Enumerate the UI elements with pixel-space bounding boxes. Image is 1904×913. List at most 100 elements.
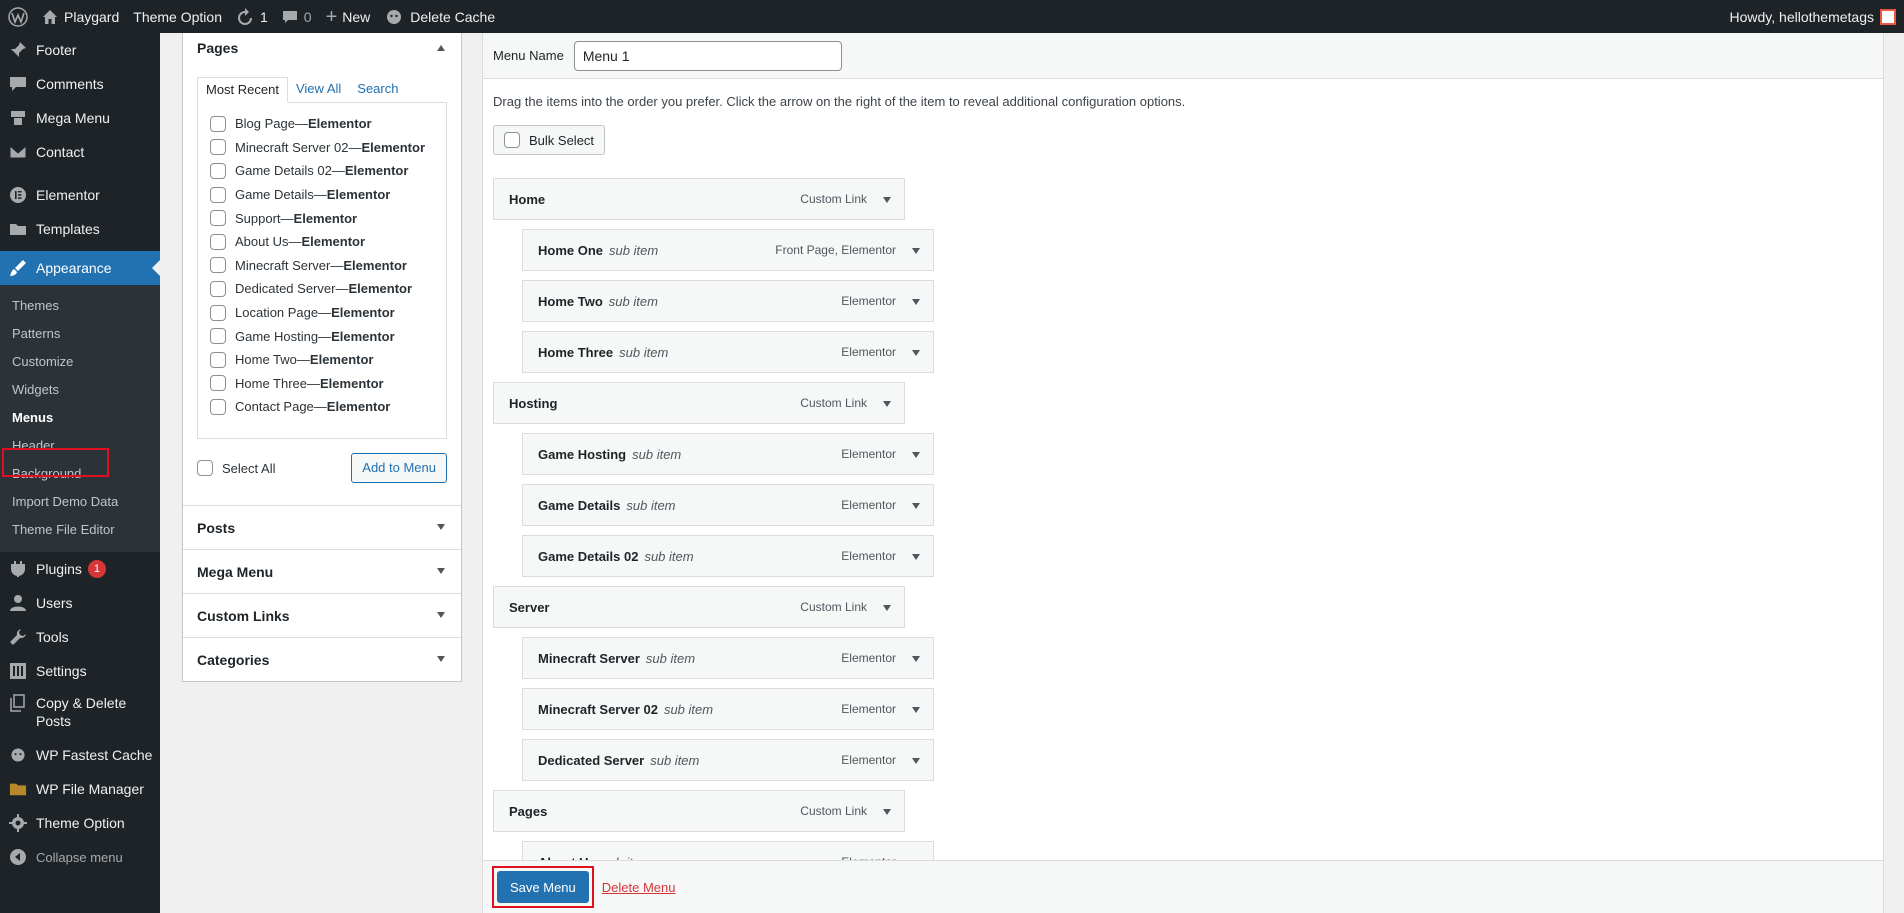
submenu-themes[interactable]: Themes bbox=[0, 292, 160, 320]
item-edit-arrow-icon[interactable] bbox=[912, 299, 920, 305]
item-edit-arrow-icon[interactable] bbox=[912, 452, 920, 458]
menu-item-minecraft-server[interactable]: Minecraft Server sub item Elementor bbox=[522, 637, 934, 679]
page-checkbox-row[interactable]: Game Details 02 — Elementor bbox=[210, 159, 446, 183]
item-edit-arrow-icon[interactable] bbox=[883, 809, 891, 815]
item-edit-arrow-icon[interactable] bbox=[912, 350, 920, 356]
page-checkbox-row[interactable]: Home Three — Elementor bbox=[210, 372, 446, 396]
menu-item-minecraft-server-02[interactable]: Minecraft Server 02 sub item Elementor bbox=[522, 688, 934, 730]
page-checkbox[interactable] bbox=[210, 233, 226, 250]
page-checkbox[interactable] bbox=[210, 304, 226, 321]
expand-arrow-icon[interactable] bbox=[437, 524, 445, 530]
page-checkbox-row[interactable]: Dedicated Server — Elementor bbox=[210, 277, 446, 301]
menu-plugins[interactable]: Plugins 1 bbox=[0, 552, 160, 586]
submenu-theme-file-editor[interactable]: Theme File Editor bbox=[0, 516, 160, 544]
bulk-select-button[interactable]: Bulk Select bbox=[493, 125, 606, 155]
comments-link[interactable]: 0 bbox=[275, 0, 319, 33]
item-edit-arrow-icon[interactable] bbox=[912, 707, 920, 713]
menu-appearance[interactable]: Appearance bbox=[0, 251, 160, 285]
tab-most-recent[interactable]: Most Recent bbox=[197, 77, 288, 103]
item-edit-arrow-icon[interactable] bbox=[912, 554, 920, 560]
menu-settings[interactable]: Settings bbox=[0, 654, 160, 688]
menu-footer[interactable]: Footer bbox=[0, 33, 160, 67]
item-edit-arrow-icon[interactable] bbox=[912, 503, 920, 509]
item-edit-arrow-icon[interactable] bbox=[912, 656, 920, 662]
my-account[interactable]: Howdy, hellothemetags bbox=[1730, 8, 1904, 25]
menu-elementor[interactable]: Elementor bbox=[0, 178, 160, 212]
item-edit-arrow-icon[interactable] bbox=[912, 248, 920, 254]
item-edit-arrow-icon[interactable] bbox=[912, 758, 920, 764]
submenu-customize[interactable]: Customize bbox=[0, 348, 160, 376]
menu-item-home-two[interactable]: Home Two sub item Elementor bbox=[522, 280, 934, 322]
menu-templates[interactable]: Templates bbox=[0, 212, 160, 246]
menu-item-server[interactable]: Server Custom Link bbox=[493, 586, 905, 628]
page-checkbox[interactable] bbox=[210, 210, 226, 227]
page-checkbox-row[interactable]: Game Hosting — Elementor bbox=[210, 324, 446, 348]
posts-section-header[interactable]: Posts bbox=[183, 506, 461, 549]
menu-item-game-details[interactable]: Game Details sub item Elementor bbox=[522, 484, 934, 526]
page-checkbox-row[interactable]: Location Page — Elementor bbox=[210, 301, 446, 325]
menu-copy-delete-posts[interactable]: Copy & Delete Posts bbox=[0, 688, 160, 734]
menu-item-game-details-02[interactable]: Game Details 02 sub item Elementor bbox=[522, 535, 934, 577]
page-checkbox-row[interactable]: Minecraft Server — Elementor bbox=[210, 254, 446, 278]
bulk-select-checkbox[interactable] bbox=[504, 132, 520, 148]
expand-arrow-icon[interactable] bbox=[437, 656, 445, 662]
expand-arrow-icon[interactable] bbox=[437, 568, 445, 574]
submenu-import-demo-data[interactable]: Import Demo Data bbox=[0, 488, 160, 516]
categories-section-header[interactable]: Categories bbox=[183, 638, 461, 681]
save-menu-button[interactable]: Save Menu bbox=[497, 871, 589, 903]
menu-collapse-menu[interactable]: Collapse menu bbox=[0, 840, 160, 874]
item-edit-arrow-icon[interactable] bbox=[883, 401, 891, 407]
menu-item-hosting[interactable]: Hosting Custom Link bbox=[493, 382, 905, 424]
page-checkbox[interactable] bbox=[210, 328, 226, 345]
site-name-link[interactable]: Playgard bbox=[35, 0, 126, 33]
menu-comments[interactable]: Comments bbox=[0, 67, 160, 101]
menu-users[interactable]: Users bbox=[0, 586, 160, 620]
submenu-menus[interactable]: Menus bbox=[0, 404, 160, 432]
custom-links-section-header[interactable]: Custom Links bbox=[183, 594, 461, 637]
menu-tools[interactable]: Tools bbox=[0, 620, 160, 654]
menu-item-home[interactable]: Home Custom Link bbox=[493, 178, 905, 220]
page-checkbox[interactable] bbox=[210, 398, 226, 415]
page-checkbox[interactable] bbox=[210, 351, 226, 368]
page-checkbox[interactable] bbox=[210, 139, 226, 156]
submenu-widgets[interactable]: Widgets bbox=[0, 376, 160, 404]
pages-section-header[interactable]: Pages bbox=[183, 33, 461, 63]
item-edit-arrow-icon[interactable] bbox=[883, 605, 891, 611]
select-all-checkbox[interactable] bbox=[197, 460, 213, 476]
add-to-menu-button[interactable]: Add to Menu bbox=[351, 453, 447, 483]
menu-item-about-us[interactable]: About Ussub itemElementor bbox=[522, 841, 934, 860]
page-checkbox[interactable] bbox=[210, 257, 226, 274]
page-checkbox-row[interactable]: About Us — Elementor bbox=[210, 230, 446, 254]
page-checkbox[interactable] bbox=[210, 375, 226, 392]
select-all[interactable]: Select All bbox=[197, 460, 275, 476]
menu-item-home-one[interactable]: Home One sub item Front Page, Elementor bbox=[522, 229, 934, 271]
theme-option-link[interactable]: Theme Option bbox=[126, 0, 229, 33]
page-checkbox[interactable] bbox=[210, 115, 226, 132]
menu-mega-menu[interactable]: Mega Menu bbox=[0, 101, 160, 135]
menu-item-home-three[interactable]: Home Three sub item Elementor bbox=[522, 331, 934, 373]
mega-menu-section-header[interactable]: Mega Menu bbox=[183, 550, 461, 593]
page-checkbox[interactable] bbox=[210, 162, 226, 179]
submenu-patterns[interactable]: Patterns bbox=[0, 320, 160, 348]
page-checkbox-row[interactable]: Game Details — Elementor bbox=[210, 183, 446, 207]
menu-contact[interactable]: Contact bbox=[0, 135, 160, 169]
page-checkbox-row[interactable]: Blog Page — Elementor bbox=[210, 112, 446, 136]
page-checkbox-row[interactable]: Home Two — Elementor bbox=[210, 348, 446, 372]
updates-link[interactable]: 1 bbox=[229, 0, 275, 33]
tab-view-all[interactable]: View All bbox=[288, 77, 349, 103]
menu-wp-fastest-cache[interactable]: WP Fastest Cache bbox=[0, 738, 160, 772]
collapse-arrow-icon[interactable] bbox=[437, 45, 445, 51]
menu-item-pages[interactable]: Pages Custom Link bbox=[493, 790, 905, 832]
page-checkbox[interactable] bbox=[210, 280, 226, 297]
page-checkbox-row[interactable]: Support — Elementor bbox=[210, 206, 446, 230]
menu-wp-file-manager[interactable]: WP File Manager bbox=[0, 772, 160, 806]
new-content-link[interactable]: + New bbox=[319, 0, 378, 33]
menu-name-input[interactable]: Menu 1 bbox=[573, 40, 842, 71]
menu-theme-option[interactable]: Theme Option bbox=[0, 806, 160, 840]
delete-menu-link[interactable]: Delete Menu bbox=[602, 880, 676, 895]
page-checkbox-row[interactable]: Contact Page — Elementor bbox=[210, 395, 446, 419]
tab-search[interactable]: Search bbox=[349, 77, 406, 103]
page-checkbox[interactable] bbox=[210, 186, 226, 203]
menu-item-game-hosting[interactable]: Game Hosting sub item Elementor bbox=[522, 433, 934, 475]
page-checkbox-row[interactable]: Minecraft Server 02 — Elementor bbox=[210, 136, 446, 160]
